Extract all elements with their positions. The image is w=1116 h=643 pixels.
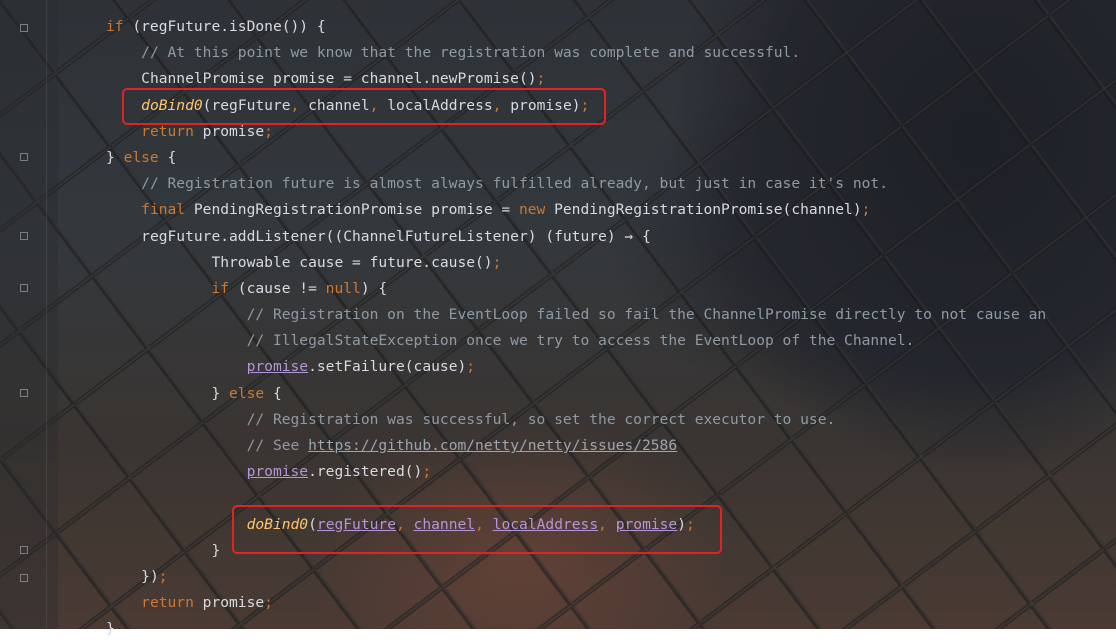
code-token: ; bbox=[264, 122, 273, 140]
highlight-box-first-dobind0 bbox=[122, 88, 606, 125]
code-token: ; bbox=[861, 201, 871, 219]
code-token: else bbox=[123, 148, 159, 166]
highlight-box-second-dobind0 bbox=[232, 505, 722, 554]
code-line[interactable]: // At this point we know that the regist… bbox=[106, 40, 1046, 66]
fold-marker-icon[interactable] bbox=[20, 153, 28, 161]
code-token: new bbox=[518, 201, 546, 219]
code-line[interactable]: } bbox=[106, 616, 1046, 642]
code-token: .registered() bbox=[308, 463, 423, 481]
code-token[interactable]: https://github.com/netty/netty/issues/25… bbox=[308, 437, 677, 454]
code-line[interactable]: // Registration on the EventLoop failed … bbox=[106, 302, 1047, 328]
code-line[interactable]: // IllegalStateException once we try to … bbox=[106, 328, 1046, 354]
code-token: ; bbox=[264, 594, 273, 612]
code-token: ; bbox=[466, 358, 476, 376]
code-token: // IllegalStateException once we try to … bbox=[246, 332, 915, 350]
code-token: // At this point we know that the regist… bbox=[141, 44, 801, 62]
code-token: ; bbox=[158, 567, 168, 585]
code-token: regFuture.addListener((ChannelFutureList… bbox=[141, 227, 651, 245]
code-token: }) bbox=[141, 567, 159, 585]
code-token: // Registration on the EventLoop failed … bbox=[246, 306, 1047, 324]
code-line[interactable]: return promise; bbox=[106, 590, 1046, 616]
code-token: { bbox=[158, 148, 177, 166]
fold-marker-icon[interactable] bbox=[20, 24, 28, 32]
editor-gutter bbox=[0, 0, 58, 629]
code-token: final bbox=[141, 201, 186, 219]
code-token: ) { bbox=[360, 279, 388, 297]
code-token: ; bbox=[536, 70, 546, 88]
code-line[interactable]: promise.registered(); bbox=[106, 459, 1046, 485]
gutter-divider bbox=[46, 0, 47, 629]
code-token: if bbox=[106, 18, 124, 35]
fold-marker-icon[interactable] bbox=[20, 284, 28, 292]
code-token: promise bbox=[246, 358, 309, 376]
code-line[interactable]: if (regFuture.isDone()) { bbox=[106, 14, 1046, 40]
code-line[interactable]: } else { bbox=[106, 381, 1046, 407]
code-token: ; bbox=[422, 463, 432, 481]
fold-marker-icon[interactable] bbox=[20, 546, 28, 554]
code-token: ChannelPromise promise = channel.newProm… bbox=[141, 70, 537, 88]
code-token: Throwable cause = future.cause() bbox=[211, 253, 493, 271]
code-token: PendingRegistrationPromise(channel) bbox=[545, 201, 862, 219]
code-token: return bbox=[141, 122, 194, 140]
code-line[interactable]: promise.setFailure(cause); bbox=[106, 354, 1046, 380]
code-token: if bbox=[211, 279, 230, 297]
fold-marker-icon[interactable] bbox=[20, 232, 28, 240]
code-token: PendingRegistrationPromise promise = bbox=[185, 201, 519, 219]
code-line[interactable]: regFuture.addListener((ChannelFutureList… bbox=[106, 224, 1046, 250]
code-line[interactable]: Throwable cause = future.cause(); bbox=[106, 250, 1046, 276]
code-token: } bbox=[211, 384, 230, 402]
code-line[interactable]: if (cause != null) { bbox=[106, 276, 1046, 302]
code-line[interactable]: } else { bbox=[106, 145, 1046, 171]
code-token: .setFailure(cause) bbox=[308, 358, 467, 376]
code-line[interactable]: }); bbox=[106, 564, 1046, 590]
code-token: // Registration was successful, so set t… bbox=[246, 410, 836, 428]
code-line[interactable]: // Registration future is almost always … bbox=[106, 171, 1046, 197]
fold-marker-icon[interactable] bbox=[20, 389, 28, 397]
code-token: return bbox=[141, 594, 194, 612]
code-token: // Registration future is almost always … bbox=[141, 175, 888, 193]
code-line[interactable]: final PendingRegistrationPromise promise… bbox=[106, 197, 1046, 223]
code-token: (regFuture.isDone()) { bbox=[123, 18, 326, 35]
code-line[interactable]: // See https://github.com/netty/netty/is… bbox=[106, 433, 1046, 459]
code-token: promise bbox=[193, 594, 265, 612]
code-token: { bbox=[264, 384, 282, 402]
code-token: (cause != bbox=[229, 279, 326, 297]
code-token: else bbox=[229, 384, 265, 402]
code-line[interactable]: // Registration was successful, so set t… bbox=[106, 407, 1046, 433]
code-token: promise bbox=[246, 463, 309, 481]
code-token: // See bbox=[246, 437, 309, 454]
code-token: null bbox=[325, 279, 361, 297]
code-token: } bbox=[106, 148, 124, 166]
code-token: promise bbox=[193, 122, 265, 140]
code-token: ; bbox=[492, 253, 502, 271]
code-token: } bbox=[211, 541, 221, 559]
fold-marker-icon[interactable] bbox=[20, 574, 28, 582]
